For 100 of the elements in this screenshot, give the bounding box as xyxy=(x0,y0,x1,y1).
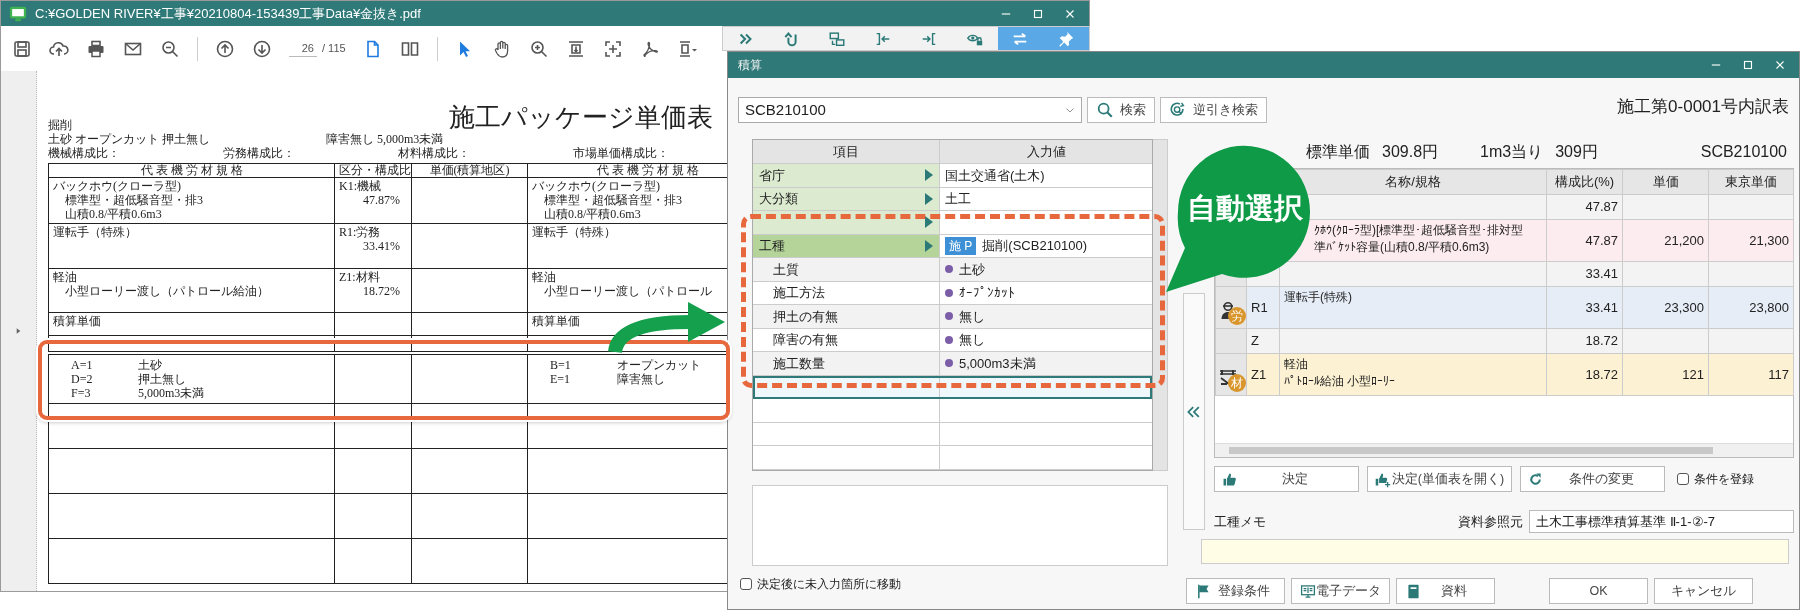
grid-row[interactable]: 大分類 土工 xyxy=(753,187,1152,211)
column-header: 代 表 機 労 材 規 格 xyxy=(140,164,243,177)
column-header: 項目 xyxy=(833,142,859,161)
code-text: E=1 xyxy=(549,371,572,386)
grid-row[interactable]: 土質 土砂 xyxy=(753,258,1152,282)
input-value: 5,000m3未満 xyxy=(959,354,1036,373)
footer-button[interactable]: OK xyxy=(1549,578,1648,604)
condition-text: 障害無し 5,000m3未満 xyxy=(326,132,444,146)
grid-row[interactable] xyxy=(753,211,1152,235)
arrow-up-icon[interactable] xyxy=(215,38,235,59)
save-icon[interactable] xyxy=(12,38,32,59)
type-tag: 施 P xyxy=(945,236,977,255)
swap-button[interactable] xyxy=(997,27,1044,50)
role-badge: 材 xyxy=(1228,374,1246,392)
checkbox[interactable] xyxy=(740,577,752,590)
cell-text: 山積0.8/平積0.6m3 xyxy=(64,207,163,221)
cell-text: 運転手（特殊） xyxy=(532,225,617,239)
checkbox-label: 条件を登録 xyxy=(1694,471,1754,488)
code-value: 土砂 xyxy=(138,357,162,372)
maximize-icon[interactable] xyxy=(1741,58,1755,72)
column-header: 単価(積算地区) xyxy=(429,164,510,177)
item-label: 土質 xyxy=(773,260,799,279)
input-value: 土工 xyxy=(945,190,971,208)
zoom-in-icon[interactable] xyxy=(528,38,549,59)
grid-row[interactable]: 省庁 国土交通省(土木) xyxy=(753,164,1152,188)
number-text: 18.72 xyxy=(1585,333,1618,349)
pin-button[interactable] xyxy=(1043,27,1089,50)
number-text: 23,800 xyxy=(1749,299,1789,315)
item-label: 省庁 xyxy=(759,166,785,185)
code-text: D=2 xyxy=(70,371,94,386)
action-button[interactable]: 決定 xyxy=(1214,466,1359,492)
action-button[interactable]: 決定(単価表を開く) xyxy=(1367,466,1512,492)
result-code: SCB210100 xyxy=(1700,142,1787,162)
role-badge: 労 xyxy=(1228,307,1246,325)
code-value: 障害無し xyxy=(617,371,665,386)
dot-icon xyxy=(945,312,953,321)
cell-text: 積算単価 xyxy=(532,314,581,328)
reverse-search-button[interactable]: 逆引き検索 xyxy=(1160,97,1267,123)
input-value: 掘削(SCB210100) xyxy=(982,237,1088,255)
price-value: 309円 xyxy=(1555,142,1598,162)
corner-arrows-icon[interactable] xyxy=(602,38,623,59)
footer-button[interactable]: キャンセル xyxy=(1654,578,1753,604)
column-header: 入力値 xyxy=(1026,142,1066,161)
cell-text: 標準型・超低騒音型・排3 xyxy=(543,193,683,207)
input-value: 土砂 xyxy=(959,260,985,279)
ratio-label: 機械構成比： xyxy=(48,146,121,160)
bubble-text: 自動選択 xyxy=(1186,191,1304,226)
dot-icon xyxy=(945,359,953,368)
grid-row[interactable]: 押土の有無 無し xyxy=(753,305,1152,329)
cell-text: 軽油 xyxy=(532,270,557,284)
number-text: 117 xyxy=(1768,366,1789,382)
code-combobox[interactable]: SCB210100 xyxy=(738,97,1082,123)
action-button[interactable]: 条件の変更 xyxy=(1520,466,1665,492)
memo-field[interactable] xyxy=(1201,539,1789,564)
item-name: 運転手(特殊) xyxy=(1284,289,1353,306)
vertical-scrollbar[interactable] xyxy=(1153,139,1168,471)
item-label: 工種 xyxy=(759,237,785,255)
number-text: 121 xyxy=(1682,366,1704,382)
grid-row[interactable]: 施工数量 5,000m3未満 xyxy=(753,352,1152,376)
column-header: 名称/規格 xyxy=(1385,174,1441,190)
window-title: C:¥GOLDEN RIVER¥工事¥20210804-153439工事Data¥金抜き.pdf xyxy=(35,4,421,23)
number-text: 33.41 xyxy=(1585,266,1618,282)
window-title: 積算 xyxy=(738,57,762,74)
dot-icon xyxy=(945,265,953,274)
reverse-search-icon xyxy=(1169,101,1187,119)
code-text: Z1 xyxy=(1251,366,1267,382)
page-number-field[interactable]: 26 xyxy=(289,39,317,58)
arrow-down-icon[interactable] xyxy=(252,38,272,59)
grid-row[interactable]: 工種 施 P 掘削(SCB210100) xyxy=(753,234,1152,258)
zoom-out-icon[interactable] xyxy=(160,38,180,59)
number-text: 18.72 xyxy=(1585,366,1618,382)
cell-text: 小型ローリー渡し（パトロール給油） xyxy=(64,284,270,298)
column-header: 東京単価 xyxy=(1725,174,1777,190)
monitor-icon xyxy=(9,4,27,23)
search-button[interactable]: 検索 xyxy=(1087,97,1155,123)
footer-button[interactable]: 登録条件 xyxy=(1186,578,1285,604)
condition-text: 土砂 オープンカット 押土無し xyxy=(48,132,211,146)
column-header: 区分・構成比 xyxy=(339,164,411,177)
expand-arrow-icon xyxy=(925,169,933,182)
reference-field[interactable]: 土木工事標準積算基準 Ⅱ-1-②-7 xyxy=(1529,510,1794,533)
code-value: 5,000m3未満 xyxy=(138,385,205,400)
cell-text: 軽油 xyxy=(53,270,78,284)
column-header: 代 表 機 労 材 規 格 xyxy=(597,164,699,177)
print-icon[interactable] xyxy=(86,38,106,59)
code-value: 押土無し xyxy=(138,371,186,386)
footer-button[interactable]: 資料 xyxy=(1396,578,1495,604)
cell-text: 小型ローリー渡し（パトロール xyxy=(543,284,713,298)
item-name: 軽油 xyxy=(1284,356,1309,373)
item-name: 準ﾊﾞｹｯﾄ容量(山積0.8/平積0.6m3) xyxy=(1314,239,1491,256)
footer-button[interactable]: 電子データ xyxy=(1291,578,1390,604)
code-text: R1 xyxy=(1251,299,1268,315)
cell-text: 積算単価 xyxy=(53,314,102,328)
code-text: F=3 xyxy=(70,385,92,400)
checkbox[interactable] xyxy=(1677,473,1689,485)
ratio-label: 労務構成比： xyxy=(223,146,296,160)
monitor-icon xyxy=(1300,582,1316,600)
item-label: 大分類 xyxy=(759,190,798,208)
input-value: 無し xyxy=(959,331,985,349)
horizontal-scrollbar[interactable] xyxy=(1215,443,1793,457)
windows-arrow-icon xyxy=(828,29,847,48)
